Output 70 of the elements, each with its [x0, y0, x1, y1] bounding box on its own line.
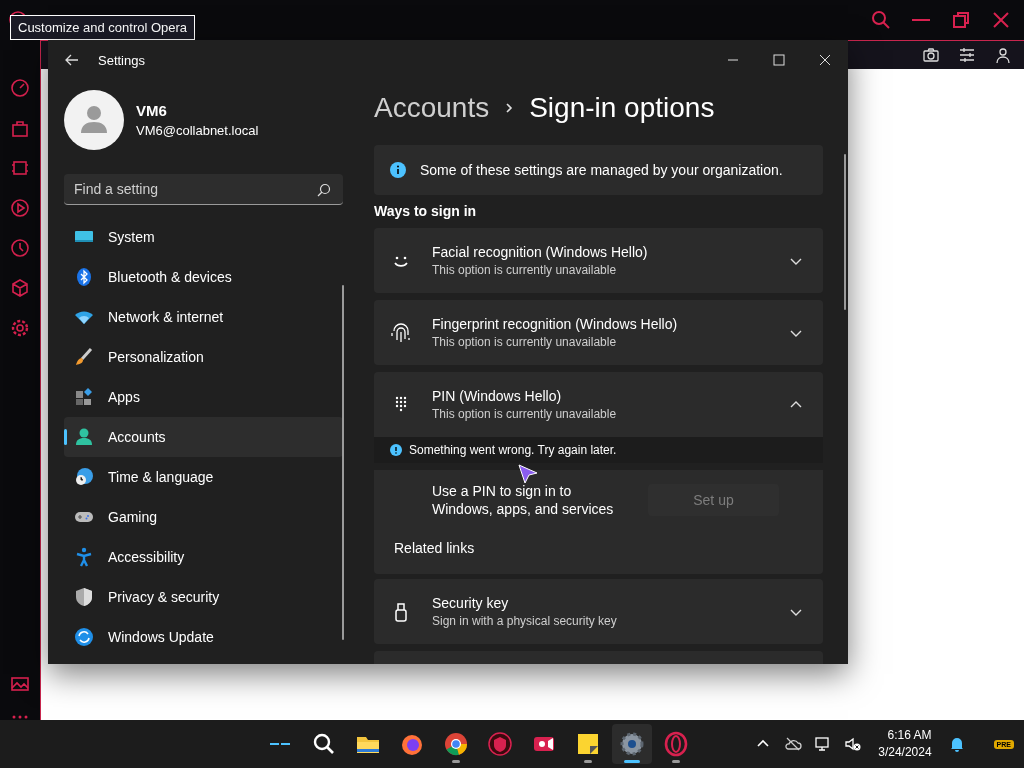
- sidebar-item[interactable]: Accessibility: [64, 537, 343, 577]
- image-icon: [10, 674, 30, 694]
- widgets-icon: [267, 741, 293, 747]
- more-icon: [10, 714, 30, 720]
- sidebar-item[interactable]: Personalization: [64, 337, 343, 377]
- error-message: Something went wrong. Try again later.: [409, 443, 617, 457]
- tooltip: Customize and control Opera: [10, 15, 196, 40]
- shield-icon: [487, 731, 513, 757]
- scrollbar[interactable]: [342, 285, 344, 640]
- chip-icon: [10, 158, 30, 178]
- person-icon: [74, 427, 94, 447]
- sliders-icon: [958, 46, 976, 64]
- clock-globe-icon: [74, 467, 94, 487]
- camera-icon: [922, 46, 940, 64]
- option-subtitle: Sign in with a physical security key: [432, 614, 618, 628]
- sticky-note-icon: [575, 731, 601, 757]
- apps-icon: [74, 387, 94, 407]
- option-subtitle: This option is currently unavailable: [432, 407, 618, 421]
- user-name: VM6: [136, 102, 168, 119]
- bluetooth-icon: [74, 267, 94, 287]
- gear-icon: [619, 731, 645, 757]
- option-card[interactable]: Facial recognition (Windows Hello) This option is currently unavailable: [374, 228, 823, 293]
- cube-icon: [10, 278, 30, 298]
- clock-date[interactable]: 3/24/2024: [878, 744, 932, 761]
- chrome-icon: [443, 731, 469, 757]
- fingerprint-icon: [390, 321, 412, 344]
- info-icon: [390, 162, 406, 178]
- info-text: Some of these settings are managed by your organization.: [420, 162, 783, 178]
- cloud-off-icon: [784, 735, 803, 753]
- sidebar-item[interactable]: Accounts: [64, 417, 343, 457]
- option-title: Fingerprint recognition (Windows Hello): [432, 316, 679, 332]
- page-title: Sign-in options: [529, 92, 715, 124]
- accessibility-icon: [74, 547, 94, 567]
- option-subtitle: This option is currently unavailable: [432, 263, 618, 277]
- related-links-heading: Related links: [393, 540, 476, 556]
- breadcrumb-link[interactable]: Accounts: [374, 92, 490, 124]
- play-icon: [10, 198, 30, 218]
- alert-icon: [390, 444, 402, 456]
- sidebar-item[interactable]: System: [64, 217, 343, 257]
- sidebar-item[interactable]: Bluetooth & devices: [64, 257, 343, 297]
- option-subtitle: This option is currently unavailable: [432, 335, 618, 349]
- window-title: Settings: [98, 52, 146, 68]
- option-card[interactable]: Fingerprint recognition (Windows Hello) This option is currently unavailable: [374, 300, 823, 365]
- sidebar-item[interactable]: Windows Update: [64, 617, 343, 657]
- option-title: PIN (Windows Hello): [432, 388, 563, 404]
- clock-icon: [10, 238, 30, 258]
- scrollbar[interactable]: [844, 154, 846, 310]
- speaker-muted-icon: [844, 735, 863, 753]
- option-title: Facial recognition (Windows Hello): [432, 244, 649, 260]
- option-card[interactable]: Security key Sign in with a physical security key: [374, 579, 823, 644]
- option-description: Use a PIN to sign in to Windows, apps, and services: [432, 482, 615, 518]
- option-card[interactable]: PIN (Windows Hello) This option is currently unavailable: [374, 372, 823, 437]
- settings-icon: [10, 318, 30, 338]
- maximize-icon: [773, 54, 785, 66]
- shield-icon: [74, 587, 94, 607]
- section-heading: Ways to sign in: [374, 203, 478, 219]
- refresh-icon: [74, 627, 94, 647]
- search-field[interactable]: Find a setting: [64, 174, 343, 205]
- close-icon: [819, 54, 831, 66]
- opera-icon: [663, 731, 689, 757]
- bag-icon: [10, 118, 30, 138]
- speedometer-icon: [10, 78, 30, 98]
- taskbar-app[interactable]: [612, 724, 652, 764]
- paintbrush-icon: [74, 347, 94, 367]
- search-icon: [317, 183, 331, 197]
- sidebar-item[interactable]: Apps: [64, 377, 343, 417]
- user-email: VM6@collabnet.local: [136, 123, 259, 138]
- person-icon: [994, 46, 1012, 64]
- clock-time[interactable]: 6:16 AM: [878, 727, 932, 744]
- option-title: Security key: [432, 595, 510, 611]
